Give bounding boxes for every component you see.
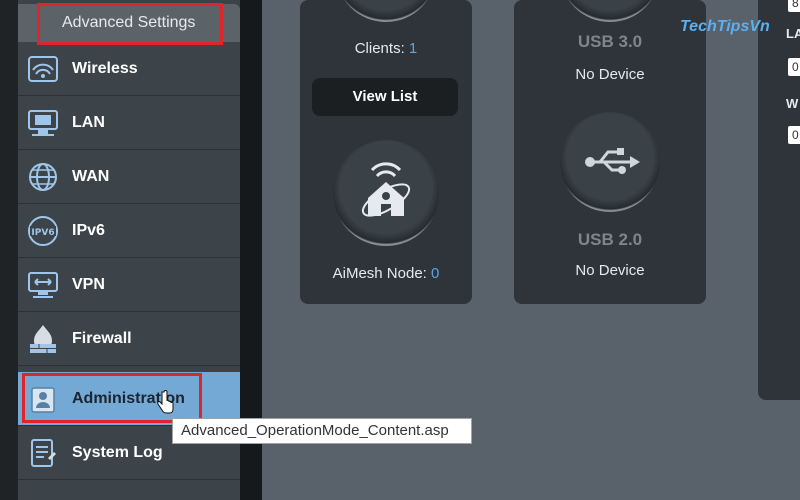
sidebar-item-label: WAN — [72, 167, 110, 185]
globe-icon — [29, 162, 57, 191]
right-panel-box-top[interactable]: 8 — [788, 0, 800, 12]
clients-card: Clients: 1 View List AiMesh Node: 0 — [300, 0, 472, 304]
vpn-icon — [28, 271, 58, 298]
sidebar-item-label: Firewall — [72, 329, 132, 347]
firewall-icon — [30, 324, 56, 353]
sidebar-item-label: Wireless — [72, 59, 138, 77]
usb2-circle-button[interactable] — [560, 112, 660, 212]
view-list-button[interactable]: View List — [312, 78, 458, 116]
ipv6-icon: IPV6 — [28, 215, 58, 246]
clients-status: Clients: 1 — [300, 40, 472, 57]
sidebar-item-firewall[interactable]: Firewall — [18, 312, 240, 366]
highlight-advanced-settings — [37, 3, 223, 45]
aimesh-label: AiMesh Node: — [332, 265, 427, 282]
lan-icon — [28, 109, 58, 136]
system-log-icon — [31, 438, 56, 467]
aimesh-circle-button[interactable] — [333, 140, 439, 246]
clients-label: Clients: — [354, 40, 405, 57]
aimesh-count: 0 — [431, 265, 440, 282]
sidebar-item-wireless[interactable]: Wireless — [18, 42, 240, 96]
usb2-label: USB 2.0 — [577, 230, 643, 249]
sidebar-item-vpn[interactable]: VPN — [18, 258, 240, 312]
right-panel: 8 LA 0 W 0 — [758, 0, 800, 400]
sidebar-item-lan[interactable]: LAN — [18, 96, 240, 150]
sidebar-item-label: IPv6 — [72, 221, 105, 239]
hand-cursor-icon — [157, 390, 174, 414]
sidebar-item-label: VPN — [72, 275, 105, 293]
sidebar-item-partial[interactable] — [18, 480, 240, 500]
svg-text:IPV6: IPV6 — [31, 228, 54, 238]
clients-circle-button[interactable] — [336, 0, 436, 22]
aimesh-node-icon — [361, 162, 411, 217]
wireless-icon — [28, 55, 58, 82]
usb-icon — [585, 148, 640, 174]
url-tooltip: Advanced_OperationMode_Content.asp — [172, 418, 472, 444]
sidebar-item-ipv6[interactable]: IPV6 IPv6 — [18, 204, 240, 258]
right-panel-label-wan: W — [786, 96, 799, 111]
left-border — [0, 0, 18, 500]
clients-count: 1 — [408, 40, 418, 57]
usb3-circle-button[interactable] — [560, 0, 660, 22]
right-panel-box-wan[interactable]: 0 — [788, 126, 800, 144]
usb3-label: USB 3.0 — [577, 32, 643, 51]
right-panel-label-lan: LA — [786, 26, 800, 41]
right-panel-box-lan[interactable]: 0 — [788, 58, 800, 76]
watermark: TechTipsVn — [680, 18, 770, 35]
sidebar-item-label: LAN — [72, 113, 105, 131]
usb2-status: No Device — [575, 262, 645, 279]
aimesh-status: AiMesh Node: 0 — [300, 265, 472, 282]
usb-card: USB 3.0 No Device USB 2.0 No Device — [514, 0, 706, 304]
highlight-administration — [22, 373, 202, 423]
sidebar-item-wan[interactable]: WAN — [18, 150, 240, 204]
sidebar-item-label: System Log — [72, 443, 163, 461]
usb3-status: No Device — [575, 66, 645, 83]
